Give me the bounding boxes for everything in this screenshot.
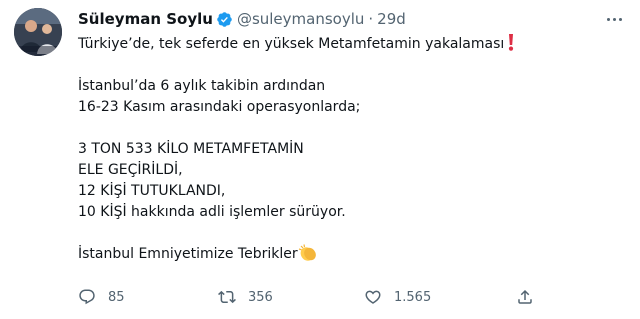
tweet-card[interactable]: Süleyman Soylu @suleymansoylu · 29d Türk… (0, 0, 640, 319)
tweet-actions: 85 356 1.565 (78, 286, 548, 308)
author-handle[interactable]: @suleymansoylu (237, 9, 364, 29)
tweet-text: Türkiye’de, tek seferde en yüksek Metamf… (78, 34, 628, 265)
reply-count: 85 (108, 289, 125, 305)
like-button[interactable]: 1.565 (364, 286, 431, 308)
tweet-line: 10 KİŞİ hakkında adli işlemler sürüyor. (78, 204, 346, 220)
reply-button[interactable]: 85 (78, 286, 125, 308)
tweet-content: Süleyman Soylu @suleymansoylu · 29d Türk… (78, 8, 628, 265)
like-count: 1.565 (394, 289, 432, 305)
share-icon (518, 289, 532, 304)
avatar-photo-icon (14, 8, 62, 56)
tweet-line: İstanbul Emniyetimize Tebrikler (78, 244, 628, 265)
clapping-hands-icon (298, 244, 316, 261)
tweet-line: 3 TON 533 KİLO METAMFETAMİN (78, 141, 304, 157)
reply-icon (79, 289, 95, 305)
heart-icon (365, 290, 381, 304)
tweet-timestamp[interactable]: 29d (377, 9, 406, 29)
author-name[interactable]: Süleyman Soylu (78, 9, 213, 29)
tweet-line: ELE GEÇİRİLDİ, (78, 162, 183, 178)
retweet-icon (218, 290, 236, 304)
verified-badge-icon (217, 11, 232, 27)
tweet-line: 16-23 Kasım arasındaki operasyonlarda; (78, 99, 361, 115)
retweet-button[interactable]: 356 (218, 286, 273, 308)
tweet-line: İstanbul’da 6 aylık takibin ardından (78, 78, 326, 94)
tweet-line: 12 KİŞİ TUTUKLANDI, (78, 183, 226, 199)
tweet-line: Türkiye’de, tek seferde en yüksek Metamf… (78, 34, 628, 55)
separator-dot: · (368, 10, 374, 28)
share-button[interactable] (516, 286, 546, 308)
red-exclamation-icon (509, 34, 514, 51)
more-options-icon[interactable] (604, 12, 624, 26)
avatar[interactable] (14, 8, 62, 56)
retweet-count: 356 (248, 289, 273, 305)
tweet-header: Süleyman Soylu @suleymansoylu · 29d (78, 8, 628, 30)
